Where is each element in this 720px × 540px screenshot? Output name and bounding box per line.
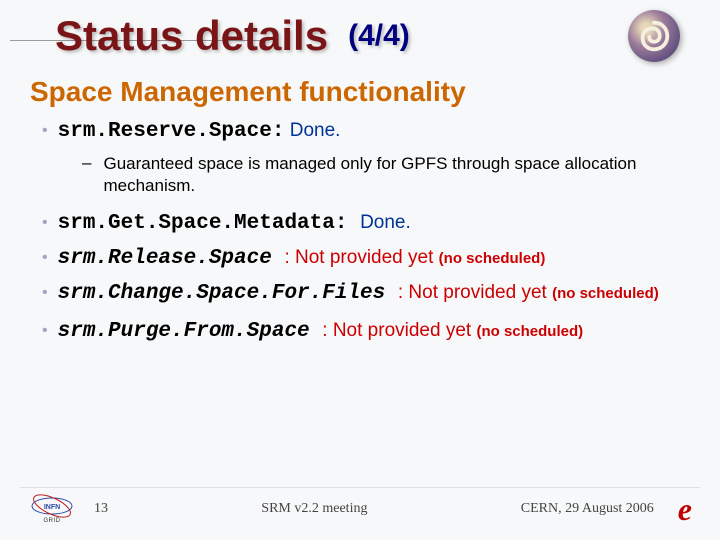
e-logo-icon: e bbox=[678, 493, 692, 525]
item-text: srm.Release.Space : Not provided yet (no… bbox=[58, 245, 546, 272]
footer-date: CERN, 29 August 2006 bbox=[521, 501, 654, 517]
api-name: srm.Release.Space bbox=[58, 247, 285, 270]
bullet-icon: • bbox=[42, 284, 48, 302]
status-text: : Not provided yet bbox=[284, 247, 438, 268]
slide-page-indicator: (4/4) bbox=[348, 19, 410, 53]
section-subtitle: Space Management functionality bbox=[0, 62, 720, 114]
sub-item-text: Guaranteed space is managed only for GPF… bbox=[103, 153, 690, 196]
api-name: srm.Purge.From.Space bbox=[58, 320, 323, 343]
footer-center: SRM v2.2 meeting bbox=[261, 501, 367, 517]
list-item: • srm.Purge.From.Space : Not provided ye… bbox=[42, 318, 690, 345]
slide-title: Status details bbox=[55, 12, 328, 60]
list-item: • srm.Get.Space.Metadata: Done. bbox=[42, 210, 690, 237]
status-note: (no scheduled) bbox=[552, 285, 659, 302]
footer: INFN GRID 13 SRM v2.2 meeting CERN, 29 A… bbox=[0, 492, 720, 526]
infn-logo: INFN GRID bbox=[28, 492, 76, 526]
svg-text:INFN: INFN bbox=[44, 504, 60, 511]
logo-label: GRID bbox=[44, 518, 61, 524]
divider bbox=[20, 487, 700, 488]
spiral-icon bbox=[628, 10, 680, 62]
footer-right: CERN, 29 August 2006 e bbox=[521, 493, 692, 525]
status-text: Done. bbox=[360, 212, 411, 233]
content-area: • srm.Reserve.Space: Done. – Guaranteed … bbox=[0, 114, 720, 345]
item-text: srm.Get.Space.Metadata: Done. bbox=[58, 210, 411, 237]
slide: Status details (4/4) Space Management fu… bbox=[0, 0, 720, 540]
list-item: • srm.Reserve.Space: Done. bbox=[42, 118, 690, 145]
api-name: srm.Get.Space.Metadata: bbox=[58, 212, 360, 235]
status-text: Done. bbox=[290, 120, 341, 141]
bullet-icon: • bbox=[42, 322, 48, 340]
item-text: srm.Purge.From.Space : Not provided yet … bbox=[58, 318, 584, 345]
dash-icon: – bbox=[82, 153, 91, 173]
footer-left: INFN GRID 13 bbox=[28, 492, 108, 526]
bullet-icon: • bbox=[42, 214, 48, 232]
title-row: Status details (4/4) bbox=[0, 0, 720, 62]
page-number: 13 bbox=[94, 501, 108, 517]
bullet-icon: • bbox=[42, 122, 48, 140]
api-name: srm.Change.Space.For.Files bbox=[58, 282, 398, 305]
status-note: (no scheduled) bbox=[439, 250, 546, 267]
sub-list-item: – Guaranteed space is managed only for G… bbox=[82, 153, 690, 196]
list-item: • srm.Release.Space : Not provided yet (… bbox=[42, 245, 690, 272]
bullet-icon: • bbox=[42, 249, 48, 267]
item-text: srm.Change.Space.For.Files : Not provide… bbox=[58, 280, 659, 307]
api-name: srm.Reserve.Space: bbox=[58, 120, 285, 143]
item-text: srm.Reserve.Space: Done. bbox=[58, 118, 341, 145]
status-text: : Not provided yet bbox=[398, 282, 552, 303]
status-note: (no scheduled) bbox=[476, 323, 583, 340]
list-item: • srm.Change.Space.For.Files : Not provi… bbox=[42, 280, 690, 307]
status-text: : Not provided yet bbox=[322, 320, 476, 341]
